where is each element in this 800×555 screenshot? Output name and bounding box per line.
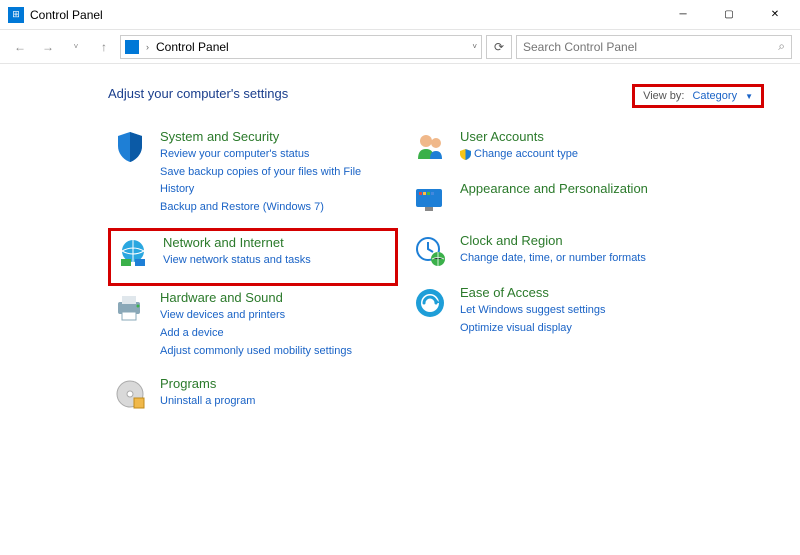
category-link[interactable]: View network status and tasks [163, 252, 311, 270]
uac-shield-icon [460, 149, 471, 160]
category-link[interactable]: Change date, time, or number formats [460, 250, 646, 268]
category-title[interactable]: User Accounts [460, 129, 578, 144]
view-by-selector[interactable]: View by: Category ▼ [632, 84, 764, 108]
minimize-button[interactable]: ─ [660, 0, 706, 30]
monitor-color-icon [412, 181, 448, 217]
back-button[interactable]: ← [8, 35, 32, 59]
category-title[interactable]: Programs [160, 376, 255, 391]
view-by-label: View by: [643, 90, 684, 102]
category-link[interactable]: Optimize visual display [460, 320, 606, 338]
users-icon [412, 129, 448, 165]
clock-globe-icon [412, 233, 448, 269]
globe-network-icon [115, 235, 151, 271]
category-link[interactable]: View devices and printers [160, 307, 352, 325]
up-button[interactable]: ↑ [92, 35, 116, 59]
address-box[interactable]: › Control Panel ˅ [120, 35, 482, 59]
category-link[interactable]: Review your computer's status [160, 146, 394, 164]
category-network-internet: Network and Internet View network status… [108, 228, 398, 286]
refresh-button[interactable]: ⟳ [486, 35, 512, 59]
category-hardware-sound: Hardware and Sound View devices and prin… [108, 286, 398, 372]
category-programs: Programs Uninstall a program [108, 372, 398, 424]
titlebar: ⊞ Control Panel ─ ▢ ✕ [0, 0, 800, 30]
category-title[interactable]: Hardware and Sound [160, 290, 352, 305]
category-link[interactable]: Save backup copies of your files with Fi… [160, 164, 394, 199]
disc-icon [112, 376, 148, 412]
search-input[interactable] [523, 40, 778, 54]
category-clock-region: Clock and Region Change date, time, or n… [408, 229, 698, 281]
chevron-down-icon[interactable]: ˅ [472, 42, 477, 51]
breadcrumb-root[interactable]: Control Panel [156, 40, 229, 54]
ease-of-access-icon [412, 285, 448, 321]
search-icon[interactable]: ⌕ [778, 39, 785, 54]
control-panel-icon [125, 40, 139, 54]
category-link[interactable]: Change account type [474, 146, 578, 164]
category-title[interactable]: Clock and Region [460, 233, 646, 248]
category-link[interactable]: Let Windows suggest settings [460, 302, 606, 320]
maximize-button[interactable]: ▢ [706, 0, 752, 30]
category-title[interactable]: Network and Internet [163, 235, 311, 250]
close-button[interactable]: ✕ [752, 0, 798, 30]
category-title[interactable]: System and Security [160, 129, 394, 144]
window-title: Control Panel [30, 8, 103, 22]
view-by-value[interactable]: Category [692, 90, 737, 102]
category-link[interactable]: Backup and Restore (Windows 7) [160, 199, 394, 217]
category-ease-of-access: Ease of Access Let Windows suggest setti… [408, 281, 698, 349]
right-column: User Accounts Change account type Appear… [408, 125, 698, 424]
category-title[interactable]: Ease of Access [460, 285, 606, 300]
forward-button[interactable]: → [36, 35, 60, 59]
category-appearance-personalization: Appearance and Personalization [408, 177, 698, 229]
content: Adjust your computer's settings View by:… [0, 64, 800, 444]
printer-icon [112, 290, 148, 326]
address-bar: ← → ˅ ↑ › Control Panel ˅ ⟳ ⌕ [0, 30, 800, 64]
chevron-down-icon: ▼ [745, 92, 753, 101]
app-icon: ⊞ [8, 7, 24, 23]
shield-icon [112, 129, 148, 165]
category-link[interactable]: Adjust commonly used mobility settings [160, 343, 352, 361]
category-system-security: System and Security Review your computer… [108, 125, 398, 228]
recent-button[interactable]: ˅ [64, 35, 88, 59]
category-user-accounts: User Accounts Change account type [408, 125, 698, 177]
chevron-right-icon: › [146, 42, 149, 52]
category-title[interactable]: Appearance and Personalization [460, 181, 648, 196]
search-box[interactable]: ⌕ [516, 35, 792, 59]
category-link[interactable]: Add a device [160, 325, 352, 343]
left-column: System and Security Review your computer… [108, 125, 398, 424]
category-link[interactable]: Uninstall a program [160, 393, 255, 411]
